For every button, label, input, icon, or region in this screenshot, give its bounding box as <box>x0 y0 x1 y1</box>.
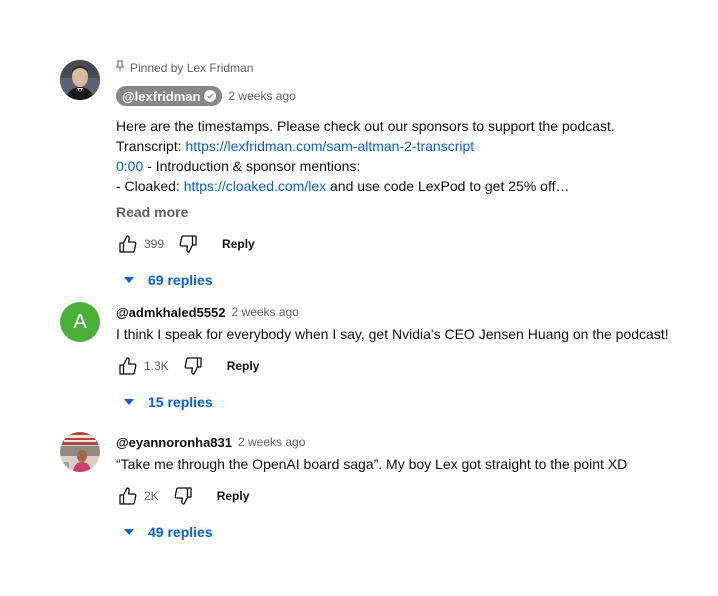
comment-actions: 399 Reply <box>116 228 700 260</box>
read-more-button[interactable]: Read more <box>116 202 700 222</box>
comment-line: 0:00 - Introduction & sponsor mentions: <box>116 156 700 176</box>
reply-button[interactable]: Reply <box>222 237 255 251</box>
avatar[interactable] <box>60 432 100 472</box>
dislike-icon[interactable] <box>181 354 205 378</box>
like-icon[interactable] <box>116 232 140 256</box>
like-icon[interactable] <box>116 484 140 508</box>
verified-icon <box>204 90 217 102</box>
comment-time[interactable]: 2 weeks ago <box>228 89 295 103</box>
pinned-indicator: Pinned by Lex Fridman <box>115 60 700 76</box>
like-count: 1.3K <box>144 359 169 373</box>
dislike-icon[interactable] <box>171 484 195 508</box>
view-replies-button[interactable]: 15 replies <box>116 392 700 412</box>
comment-line: Here are the timestamps. Please check ou… <box>116 118 615 134</box>
sponsor-label: - Cloaked: <box>116 178 184 194</box>
comment-text: I think I speak for everybody when I say… <box>116 326 669 342</box>
comment-time[interactable]: 2 weeks ago <box>238 435 305 449</box>
comment-thread: A @admkhaled5552 2 weeks ago I think I s… <box>60 302 700 412</box>
avatar[interactable] <box>60 60 100 100</box>
avatar[interactable]: A <box>60 302 100 342</box>
author-name[interactable]: @admkhaled5552 <box>116 305 226 320</box>
comment-header: @lexfridman 2 weeks ago <box>116 86 700 106</box>
timestamp-link[interactable]: 0:00 <box>116 158 143 174</box>
transcript-label: Transcript: <box>116 138 186 154</box>
comment-header: @admkhaled5552 2 weeks ago <box>116 302 700 322</box>
reply-button[interactable]: Reply <box>227 359 260 373</box>
comment-time[interactable]: 2 weeks ago <box>232 305 299 319</box>
sponsor-link[interactable]: https://cloaked.com/lex <box>184 178 326 194</box>
comment-thread: @eyannoronha831 2 weeks ago “Take me thr… <box>60 432 700 542</box>
comment-line: - Cloaked: https://cloaked.com/lex and u… <box>116 176 700 196</box>
pinned-label: Pinned by Lex Fridman <box>130 61 254 75</box>
dislike-icon[interactable] <box>176 232 200 256</box>
author-name: @lexfridman <box>122 88 201 104</box>
author-chip[interactable]: @lexfridman <box>116 86 223 106</box>
caret-down-icon <box>124 399 134 405</box>
comment-header: @eyannoronha831 2 weeks ago <box>116 432 700 452</box>
view-replies-button[interactable]: 69 replies <box>116 270 700 290</box>
timestamp-description: - Introduction & sponsor mentions: <box>143 158 361 174</box>
comment-actions: 2K Reply <box>116 480 700 512</box>
like-count: 2K <box>144 489 159 503</box>
avatar-letter: A <box>73 310 87 333</box>
view-replies-button[interactable]: 49 replies <box>116 522 700 542</box>
replies-count: 69 replies <box>148 272 213 288</box>
comment-actions: 1.3K Reply <box>116 350 700 382</box>
transcript-link[interactable]: https://lexfridman.com/sam-altman-2-tran… <box>186 138 475 154</box>
like-count: 399 <box>144 237 165 251</box>
author-name[interactable]: @eyannoronha831 <box>116 435 232 450</box>
like-icon[interactable] <box>116 354 140 378</box>
reply-button[interactable]: Reply <box>217 489 250 503</box>
sponsor-description: and use code LexPod to get 25% off… <box>326 178 570 194</box>
avatar-photo <box>60 432 100 472</box>
comment-text: “Take me through the OpenAI board saga”.… <box>116 456 628 472</box>
caret-down-icon <box>124 277 134 283</box>
comment-thread-pinned: Pinned by Lex Fridman @lexfridman 2 week… <box>60 60 700 290</box>
comment-line: Transcript: https://lexfridman.com/sam-a… <box>116 136 700 156</box>
replies-count: 49 replies <box>148 524 213 540</box>
replies-count: 15 replies <box>148 394 213 410</box>
pin-icon <box>115 60 125 76</box>
caret-down-icon <box>124 529 134 535</box>
comment-text: Here are the timestamps. Please check ou… <box>116 116 700 196</box>
avatar-photo <box>60 60 100 100</box>
